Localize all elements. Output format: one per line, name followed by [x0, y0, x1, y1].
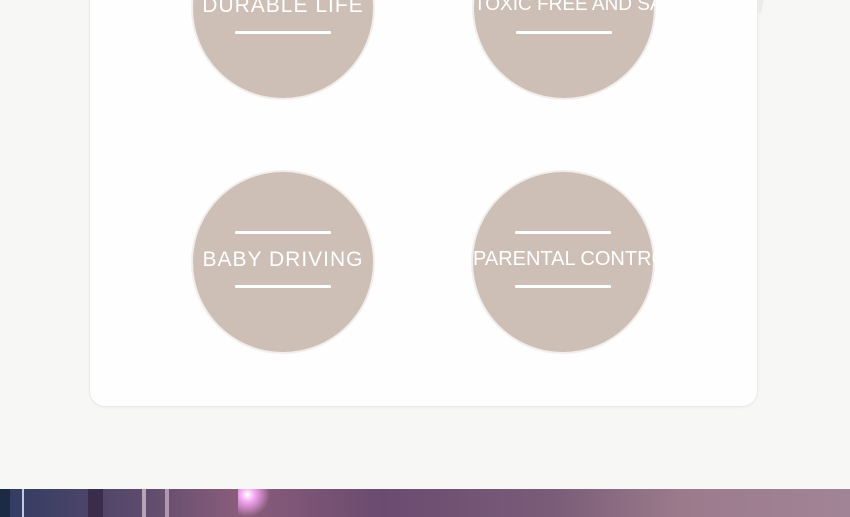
banner-shape [142, 489, 146, 517]
feature-overline [515, 231, 611, 234]
feature-circle-baby-driving: BABY DRIVING [193, 172, 373, 352]
feature-label: DURABLE LIFE [202, 0, 364, 17]
feature-label: TOXIC FREE AND SAFE [474, 0, 687, 15]
feature-underline [235, 285, 331, 288]
feature-label: BABY DRIVING [202, 248, 364, 271]
banner-shape [22, 489, 24, 517]
feature-card [89, 0, 758, 407]
feature-underline [516, 31, 612, 34]
feature-label: PARENTAL CONTROL [473, 248, 679, 270]
feature-underline [235, 31, 331, 34]
feature-underline [515, 285, 611, 288]
feature-overline [235, 231, 331, 234]
banner-shape [88, 489, 103, 517]
banner-shape [165, 489, 169, 517]
feature-circle-parental-control: PARENTAL CONTROL [473, 172, 679, 352]
city-banner-image [0, 489, 850, 517]
banner-light-flare [238, 489, 270, 517]
banner-shape [0, 489, 10, 517]
